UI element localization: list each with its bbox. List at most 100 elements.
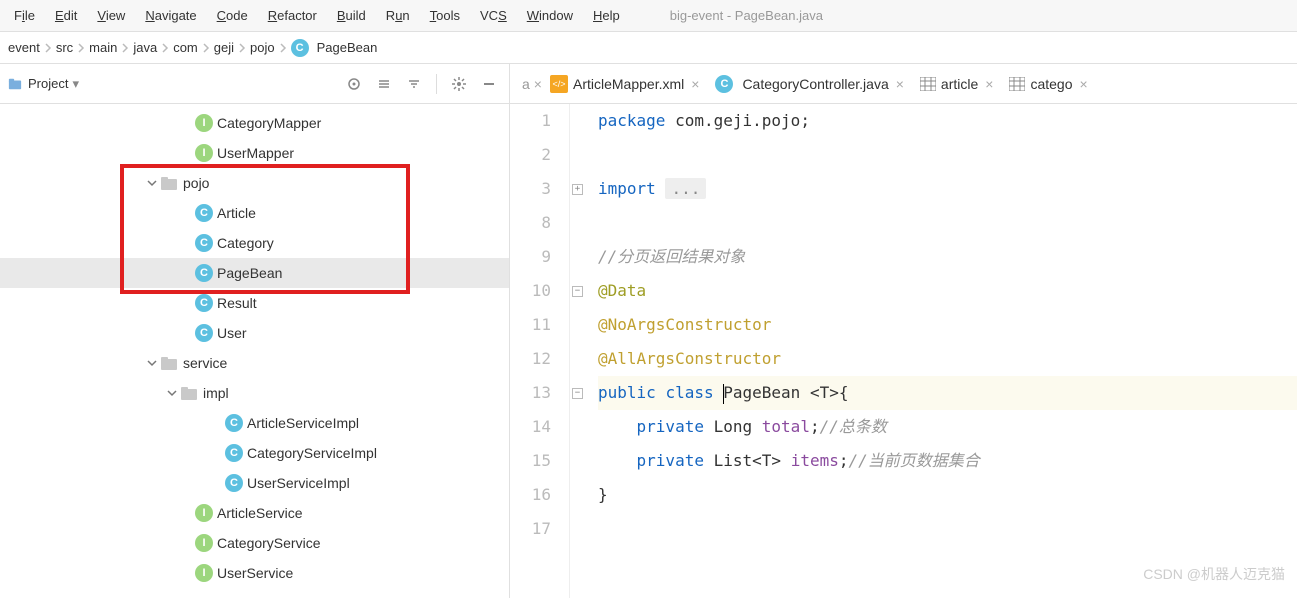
close-icon[interactable]: × <box>896 76 904 92</box>
line-number: 13 <box>510 376 551 410</box>
class-icon: C <box>195 204 213 222</box>
separator <box>436 74 437 94</box>
menu-build[interactable]: Build <box>327 4 376 27</box>
chevron-right-icon <box>277 43 289 53</box>
menu-run[interactable]: Run <box>376 4 420 27</box>
collapse-all-icon[interactable] <box>402 72 426 96</box>
line-number: 15 <box>510 444 551 478</box>
interface-icon: I <box>195 144 213 162</box>
chevron-down-icon[interactable] <box>165 386 179 400</box>
expand-all-icon[interactable] <box>372 72 396 96</box>
tab-label: catego <box>1030 76 1072 92</box>
tree-item-service[interactable]: service <box>0 348 509 378</box>
tree-item-articleserviceimpl[interactable]: CArticleServiceImpl <box>0 408 509 438</box>
xml-icon: </> <box>550 75 568 93</box>
breadcrumb-item[interactable]: pojo <box>248 40 277 55</box>
line-number: 8 <box>510 206 551 240</box>
menu-refactor[interactable]: Refactor <box>258 4 327 27</box>
tree-label: service <box>183 355 227 371</box>
menu-edit[interactable]: Edit <box>45 4 87 27</box>
tree-item-pojo[interactable]: pojo <box>0 168 509 198</box>
breadcrumb-item[interactable]: java <box>131 40 159 55</box>
class-icon: C <box>715 75 733 93</box>
tree-label: UserMapper <box>217 145 294 161</box>
tree-label: CategoryServiceImpl <box>247 445 377 461</box>
watermark: CSDN @机器人迈克猫 <box>1143 564 1285 584</box>
chevron-down-icon[interactable] <box>145 176 159 190</box>
menu-view[interactable]: View <box>87 4 135 27</box>
code-editor[interactable]: 123891011121314151617 + − − package com.… <box>510 104 1297 598</box>
menu-window[interactable]: Window <box>517 4 583 27</box>
line-number: 10 <box>510 274 551 308</box>
class-icon: C <box>195 324 213 342</box>
fold-icon[interactable]: + <box>572 184 583 195</box>
menu-help[interactable]: Help <box>583 4 630 27</box>
select-opened-icon[interactable] <box>342 72 366 96</box>
tab-label: CategoryController.java <box>742 76 888 92</box>
tree-item-categoryservice[interactable]: ICategoryService <box>0 528 509 558</box>
tree-item-categoryserviceimpl[interactable]: CCategoryServiceImpl <box>0 438 509 468</box>
tree-label: Result <box>217 295 257 311</box>
tab-label: ArticleMapper.xml <box>573 76 684 92</box>
breadcrumb-item[interactable]: event <box>6 40 42 55</box>
project-sidebar: Project ▾ ICategoryMapperIUserMapperpojo… <box>0 64 510 598</box>
gear-icon[interactable] <box>447 72 471 96</box>
table-icon <box>920 77 936 91</box>
tab-prev[interactable]: a <box>514 64 532 103</box>
tree-item-articleservice[interactable]: IArticleService <box>0 498 509 528</box>
project-icon <box>8 77 22 91</box>
tree-item-article[interactable]: CArticle <box>0 198 509 228</box>
menu-vcs[interactable]: VCS <box>470 4 517 27</box>
line-number: 12 <box>510 342 551 376</box>
chevron-right-icon <box>119 43 131 53</box>
chevron-right-icon <box>236 43 248 53</box>
line-number: 17 <box>510 512 551 546</box>
close-icon[interactable]: × <box>985 76 993 92</box>
fold-icon[interactable]: − <box>572 388 583 399</box>
line-number: 11 <box>510 308 551 342</box>
tree-item-usermapper[interactable]: IUserMapper <box>0 138 509 168</box>
class-icon: C <box>225 474 243 492</box>
editor-tab[interactable]: catego × <box>1001 64 1095 103</box>
menu-navigate[interactable]: Navigate <box>135 4 206 27</box>
fold-icon[interactable]: − <box>572 286 583 297</box>
editor-tab[interactable]: article × <box>912 64 1002 103</box>
chevron-down-icon[interactable] <box>145 356 159 370</box>
line-number: 2 <box>510 138 551 172</box>
folder-icon <box>161 176 177 190</box>
chevron-right-icon <box>159 43 171 53</box>
menu-bar: FileEditViewNavigateCodeRefactorBuildRun… <box>0 0 1297 32</box>
menu-tools[interactable]: Tools <box>420 4 470 27</box>
breadcrumb-file[interactable]: PageBean <box>315 40 380 55</box>
tree-label: User <box>217 325 247 341</box>
tree-item-category[interactable]: CCategory <box>0 228 509 258</box>
breadcrumb-item[interactable]: main <box>87 40 119 55</box>
menu-code[interactable]: Code <box>207 4 258 27</box>
tree-item-impl[interactable]: impl <box>0 378 509 408</box>
tree-item-categorymapper[interactable]: ICategoryMapper <box>0 108 509 138</box>
editor-tab[interactable]: C CategoryController.java × <box>707 64 911 103</box>
class-icon: C <box>225 444 243 462</box>
project-tree[interactable]: ICategoryMapperIUserMapperpojoCArticleCC… <box>0 104 509 598</box>
close-icon[interactable]: × <box>534 76 542 92</box>
minimize-icon[interactable] <box>477 72 501 96</box>
tree-item-userservice[interactable]: IUserService <box>0 558 509 588</box>
line-number: 1 <box>510 104 551 138</box>
tree-label: Article <box>217 205 256 221</box>
tree-item-user[interactable]: CUser <box>0 318 509 348</box>
breadcrumb-item[interactable]: geji <box>212 40 236 55</box>
breadcrumb-item[interactable]: com <box>171 40 200 55</box>
tab-label: article <box>941 76 978 92</box>
menu-file[interactable]: File <box>4 4 45 27</box>
close-icon[interactable]: × <box>691 76 699 92</box>
tree-label: pojo <box>183 175 209 191</box>
close-icon[interactable]: × <box>1080 76 1088 92</box>
tree-item-userserviceimpl[interactable]: CUserServiceImpl <box>0 468 509 498</box>
code-content[interactable]: package com.geji.pojo; import ... //分页返回… <box>586 104 1297 598</box>
tree-item-pagebean[interactable]: CPageBean <box>0 258 509 288</box>
project-label[interactable]: Project ▾ <box>28 76 336 92</box>
interface-icon: I <box>195 114 213 132</box>
editor-tab[interactable]: </> ArticleMapper.xml × <box>542 64 707 103</box>
tree-item-result[interactable]: CResult <box>0 288 509 318</box>
breadcrumb-item[interactable]: src <box>54 40 75 55</box>
